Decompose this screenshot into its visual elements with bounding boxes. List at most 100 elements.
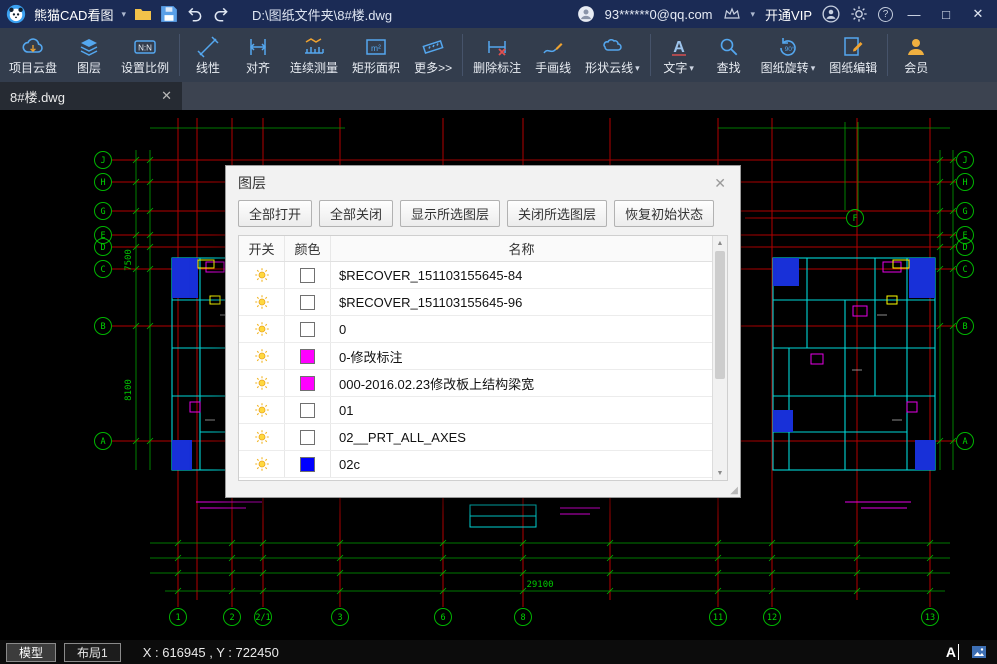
layer-row[interactable]: 000-2016.02.23修改板上结构梁宽 [239, 370, 712, 397]
layer-dialog-header[interactable]: 图层 ✕ [226, 166, 740, 200]
delete-annotation-icon [485, 35, 509, 59]
toolbar-separator [462, 34, 463, 76]
axis-label: 8 [520, 613, 525, 623]
qq-account-icon[interactable] [577, 6, 595, 22]
open-file-icon[interactable] [134, 6, 152, 22]
toolbar-button-cloud-disk[interactable]: 项目云盘 [2, 29, 64, 81]
layer-visibility-toggle[interactable] [239, 451, 285, 477]
layer-color-swatch[interactable] [285, 262, 331, 288]
layer-row[interactable]: 02__PRT_ALL_AXES [239, 424, 712, 451]
axis-label: G [962, 207, 967, 217]
layer-row[interactable]: 0-修改标注 [239, 343, 712, 370]
chevron-down-icon: ▾ [689, 61, 694, 75]
toolbar-button-align-dim[interactable]: 对齐 [233, 29, 283, 81]
toolbar-button-freehand[interactable]: 手画线 [528, 29, 578, 81]
layer-row[interactable]: $RECOVER_151103155645-96 [239, 289, 712, 316]
layer-row[interactable]: $RECOVER_151103155645-84 [239, 262, 712, 289]
chevron-down-icon[interactable]: ▾ [121, 9, 126, 20]
layer-visibility-toggle[interactable] [239, 397, 285, 423]
layer-visibility-toggle[interactable] [239, 289, 285, 315]
toolbar-button-edit[interactable]: 图纸编辑 [822, 29, 884, 81]
vip-crown-icon[interactable] [723, 6, 741, 22]
close-all-layers-button[interactable]: 全部关闭 [319, 200, 393, 227]
user-avatar-icon[interactable] [822, 6, 840, 22]
edit-icon [841, 35, 865, 59]
layer-color-swatch[interactable] [285, 451, 331, 477]
layer-visibility-toggle[interactable] [239, 262, 285, 288]
linear-dim-icon [196, 35, 220, 59]
toolbar-button-rotate[interactable]: 90°图纸旋转▾ [754, 29, 823, 81]
toolbar-button-cloud-shape[interactable]: 形状云线▾ [578, 29, 647, 81]
scroll-down-icon[interactable]: ▼ [713, 466, 727, 480]
minimize-button[interactable]: — [903, 7, 925, 22]
open-all-layers-button[interactable]: 全部打开 [238, 200, 312, 227]
toolbar-button-rect-area[interactable]: m²矩形面积 [345, 29, 407, 81]
dialog-close-icon[interactable]: ✕ [712, 175, 728, 192]
settings-gear-icon[interactable] [850, 6, 868, 22]
scrollbar-thumb[interactable] [715, 251, 725, 379]
toolbar-button-find[interactable]: 查找 [704, 29, 754, 81]
toolbar-button-label: 图纸旋转 [761, 61, 809, 75]
scroll-up-icon[interactable]: ▲ [713, 236, 727, 250]
toolbar-button-delete-annotation[interactable]: 删除标注 [466, 29, 528, 81]
font-tool-icon[interactable]: A [946, 644, 959, 660]
layer-color-swatch[interactable] [285, 316, 331, 342]
layer-visibility-toggle[interactable] [239, 343, 285, 369]
layer-color-swatch[interactable] [285, 343, 331, 369]
layer-name: 0 [331, 322, 712, 337]
axis-label: G [100, 207, 105, 217]
toolbar-button-continuous-measure[interactable]: 连续测量 [283, 29, 345, 81]
axis-label: 6 [440, 613, 445, 623]
redo-icon[interactable] [212, 6, 230, 22]
chevron-down-icon[interactable]: ▾ [751, 9, 756, 20]
layer-row[interactable]: 01 [239, 397, 712, 424]
layer-color-swatch[interactable] [285, 289, 331, 315]
layer-name: 01 [331, 403, 712, 418]
layer-row[interactable]: 0 [239, 316, 712, 343]
color-chip [300, 403, 315, 418]
left-dimension-label: 7500 [124, 249, 134, 271]
toolbar-button-text[interactable]: A文字▾ [654, 29, 704, 81]
layer-visibility-toggle[interactable] [239, 316, 285, 342]
layout1-tab[interactable]: 布局1 [64, 643, 121, 662]
restore-initial-state-button[interactable]: 恢复初始状态 [614, 200, 714, 227]
layer-color-swatch[interactable] [285, 397, 331, 423]
toolbar-button-more[interactable]: 更多>> [407, 29, 459, 81]
continuous-measure-icon [302, 35, 326, 59]
show-selected-layers-button[interactable]: 显示所选图层 [400, 200, 500, 227]
file-path: D:\图纸文件夹\8#楼.dwg [252, 5, 392, 24]
toolbar-button-label: 手画线 [535, 61, 571, 75]
axis-label: D [962, 243, 967, 253]
left-dimension-label: 8100 [124, 379, 134, 401]
cad-canvas[interactable]: 29100 7500 8100 JHGEDCBAJHGEDCBA122/1368… [0, 110, 997, 640]
image-tool-icon[interactable] [971, 644, 987, 660]
svg-text:m²: m² [371, 43, 381, 53]
axis-label: B [100, 322, 105, 332]
layer-color-swatch[interactable] [285, 424, 331, 450]
toolbar-button-scale[interactable]: N:N设置比例 [114, 29, 176, 81]
open-vip-button[interactable]: 开通VIP [765, 5, 812, 24]
main-toolbar: 项目云盘图层N:N设置比例线性对齐连续测量m²矩形面积更多>>删除标注手画线形状… [0, 28, 997, 82]
toolbar-button-linear-dim[interactable]: 线性 [183, 29, 233, 81]
document-tab[interactable]: 8#楼.dwg ✕ [0, 82, 182, 110]
layer-table: 开关 颜色 名称 $RECOVER_151103155645-84$RECOVE… [238, 235, 728, 481]
save-icon[interactable] [160, 6, 178, 22]
maximize-button[interactable]: □ [935, 7, 957, 22]
tab-close-icon[interactable]: ✕ [161, 88, 172, 104]
toolbar-button-member[interactable]: 会员 [891, 29, 941, 81]
undo-icon[interactable] [186, 6, 204, 22]
toolbar-button-label: 图纸编辑 [829, 61, 877, 75]
dialog-resize-grip[interactable]: ◢ [730, 486, 738, 496]
help-icon[interactable]: ? [878, 7, 893, 22]
account-email[interactable]: 93******0@qq.com [605, 7, 713, 22]
layer-table-scrollbar[interactable]: ▲ ▼ [712, 236, 727, 480]
layer-color-swatch[interactable] [285, 370, 331, 396]
layer-visibility-toggle[interactable] [239, 370, 285, 396]
hide-selected-layers-button[interactable]: 关闭所选图层 [507, 200, 607, 227]
close-button[interactable]: ✕ [967, 6, 989, 22]
model-space-tab[interactable]: 模型 [6, 643, 56, 662]
layer-row[interactable]: 02c [239, 451, 712, 478]
axis-label: A [962, 437, 967, 447]
toolbar-button-layers[interactable]: 图层 [64, 29, 114, 81]
layer-visibility-toggle[interactable] [239, 424, 285, 450]
